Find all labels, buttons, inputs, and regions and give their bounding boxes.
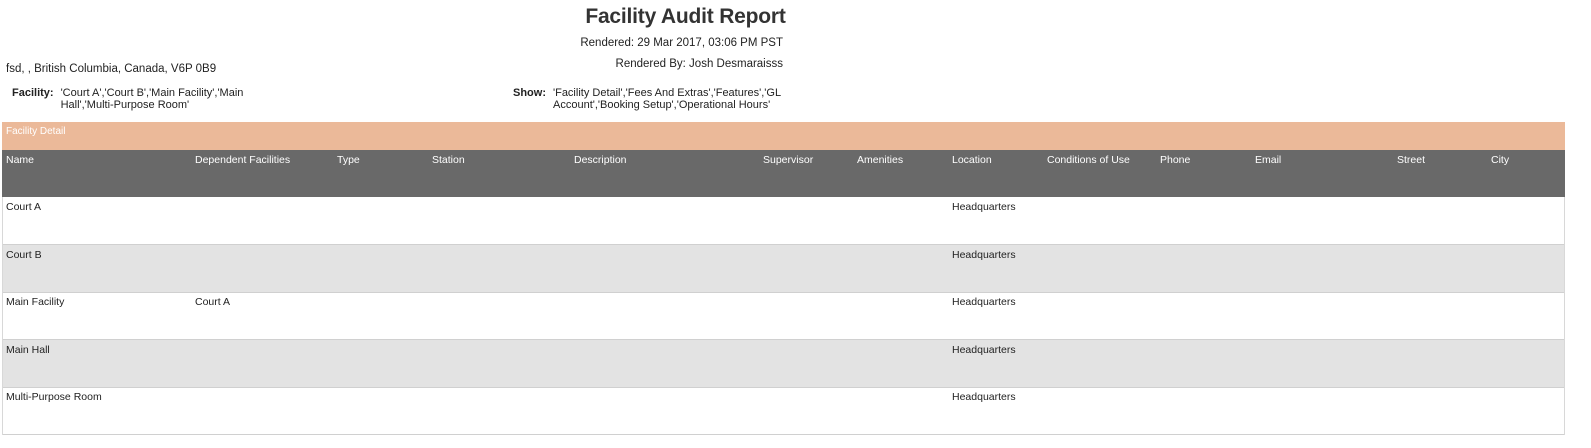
column-header-description: Description — [574, 154, 627, 166]
show-filter: Show: 'Facility Detail','Fees And Extras… — [513, 87, 793, 111]
cell-location: Headquarters — [952, 249, 1016, 261]
table-row: Court A Headquarters — [2, 197, 1565, 245]
column-header-street: Street — [1397, 154, 1426, 166]
show-filter-value: 'Facility Detail','Fees And Extras','Fea… — [553, 87, 781, 111]
column-header-city: City — [1491, 154, 1510, 166]
column-header-amenities: Amenities — [857, 154, 904, 166]
cell-location: Headquarters — [952, 391, 1016, 403]
rendered-timestamp: Rendered: 29 Mar 2017, 03:06 PM PST — [580, 37, 783, 49]
cell-name: Main Facility — [6, 296, 65, 308]
section-header-facility-detail: Facility Detail — [2, 122, 1565, 150]
column-header-email: Email — [1255, 154, 1282, 166]
column-header-station: Station — [432, 154, 465, 166]
column-header-supervisor: Supervisor — [763, 154, 814, 166]
table-row: Main Hall Headquarters — [2, 340, 1565, 388]
cell-name: Multi-Purpose Room — [6, 391, 102, 403]
cell-dependent-facilities: Court A — [195, 296, 231, 308]
cell-location: Headquarters — [952, 201, 1016, 213]
cell-name: Main Hall — [6, 344, 50, 356]
table-row: Main Facility Court A Headquarters — [2, 292, 1565, 340]
cell-name: Court B — [6, 249, 42, 261]
address-line: fsd, , British Columbia, Canada, V6P 0B9 — [6, 63, 217, 75]
column-header-name: Name — [6, 154, 35, 166]
column-header-location: Location — [952, 154, 992, 166]
column-header-type: Type — [337, 154, 360, 166]
report-title: Facility Audit Report — [585, 5, 786, 28]
table-row: Multi-Purpose Room Headquarters — [2, 387, 1565, 435]
cell-location: Headquarters — [952, 344, 1016, 356]
cell-name: Court A — [6, 201, 42, 213]
table-row: Court B Headquarters — [2, 245, 1565, 293]
section-title: Facility Detail — [6, 126, 66, 137]
rendered-by: Rendered By: Josh Desmaraisss — [615, 58, 783, 70]
cell-location: Headquarters — [952, 296, 1016, 308]
facility-filter-value: 'Court A','Court B','Main Facility','Mai… — [60, 87, 244, 111]
column-header-phone: Phone — [1160, 154, 1191, 166]
column-header-dependent-facilities: Dependent Facilities — [195, 154, 291, 166]
column-header-conditions-of-use: Conditions of Use — [1047, 154, 1130, 166]
show-filter-label: Show: — [513, 87, 546, 99]
table-header: Name Dependent Facilities Type Station D… — [2, 150, 1565, 197]
facility-filter-label: Facility: — [12, 87, 54, 99]
facility-filter: Facility: 'Court A','Court B','Main Faci… — [12, 87, 256, 111]
